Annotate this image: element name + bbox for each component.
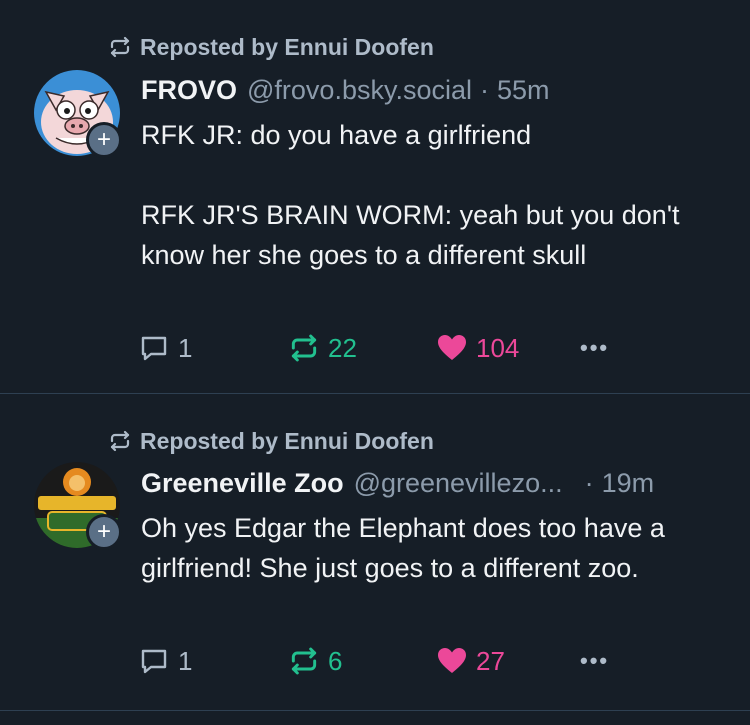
repost-small-icon [110,36,130,58]
like-button[interactable]: 104 [436,330,519,366]
post-divider [0,710,750,711]
reply-count: 1 [178,332,193,363]
separator: · [480,74,489,105]
like-count: 27 [476,645,505,676]
repost-count: 22 [328,332,357,363]
post-actions: 1 6 27 ••• [138,643,738,679]
display-name[interactable]: FROVO [141,75,237,106]
more-dots-icon: ••• [580,648,610,673]
heart-icon [438,648,466,673]
repost-button[interactable]: 22 [288,330,357,366]
reply-button[interactable]: 1 [138,330,192,366]
separator: · [584,467,594,498]
feed: Reposted by Ennui Doofen + FROVO @frovo.… [0,0,750,725]
timestamp[interactable]: 55m [497,75,550,106]
avatar[interactable]: + [34,462,124,552]
feed-post[interactable]: Reposted by Ennui Doofen + Greeneville Z… [0,394,750,710]
repost-indicator: Reposted by Ennui Doofen [108,426,434,456]
follow-plus-icon[interactable]: + [86,122,122,158]
avatar[interactable]: + [34,70,124,160]
heart-icon [438,335,466,360]
repost-label: Reposted by Ennui Doofen [140,427,434,454]
reply-icon [141,336,167,361]
post-header: FROVO @frovo.bsky.social · 55m [141,72,722,108]
feed-post[interactable]: Reposted by Ennui Doofen + FROVO @frovo.… [0,0,750,393]
post-header: Greeneville Zoo @greenevillezo... · 19m [141,465,722,501]
display-name[interactable]: Greeneville Zoo [141,468,344,499]
repost-button[interactable]: 6 [288,643,342,679]
repost-label: Reposted by Ennui Doofen [140,33,434,60]
post-text: Oh yes Edgar the Elephant does too have … [141,513,673,583]
repost-small-icon [110,430,130,452]
reply-count: 1 [178,645,193,676]
like-count: 104 [476,332,520,363]
more-dots-icon: ••• [580,335,610,360]
repost-icon [291,334,317,362]
repost-indicator: Reposted by Ennui Doofen [108,32,434,62]
repost-count: 6 [328,645,343,676]
repost-icon [291,647,317,675]
reply-button[interactable]: 1 [138,643,192,679]
timestamp[interactable]: 19m [602,468,655,499]
handle[interactable]: @frovo.bsky.social [247,75,472,106]
like-button[interactable]: 27 [436,643,505,679]
reply-icon [141,649,167,674]
more-options-button[interactable]: ••• [580,330,609,366]
follow-plus-icon[interactable]: + [86,514,122,550]
post-actions: 1 22 104 ••• [138,330,738,366]
more-options-button[interactable]: ••• [580,643,609,679]
handle[interactable]: @greenevillezo... [354,468,563,499]
post-text: RFK JR: do you have a girlfriend RFK JR'… [141,120,680,270]
